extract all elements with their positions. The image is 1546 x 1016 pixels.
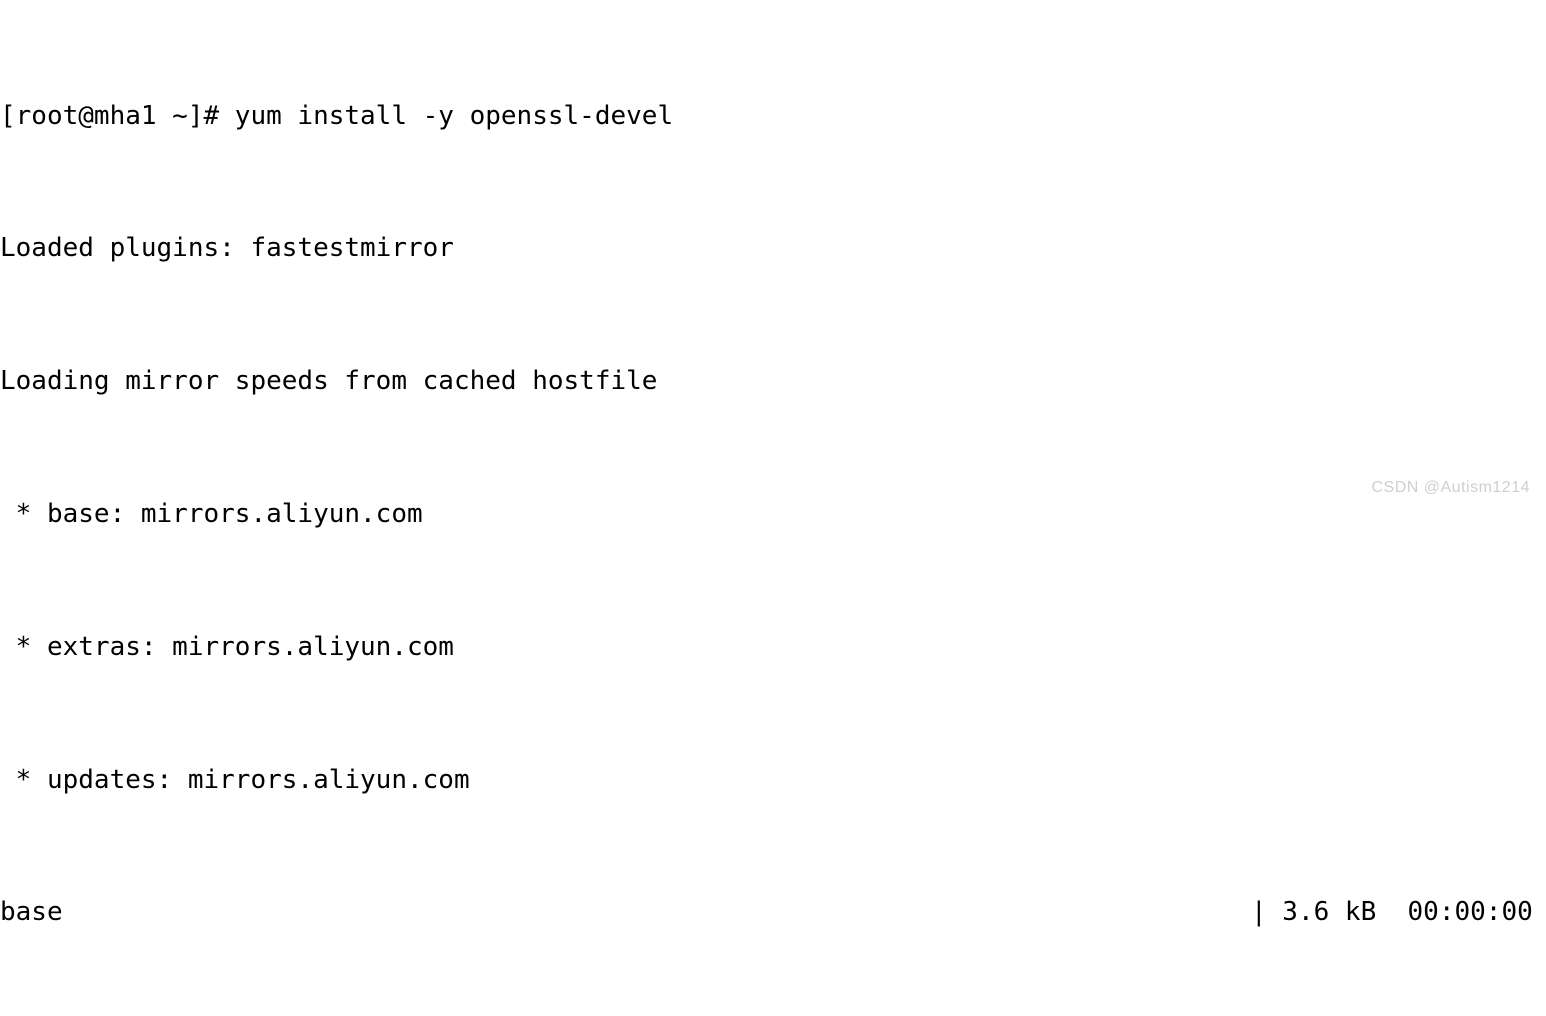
terminal-line-mirror-extras: * extras: mirrors.aliyun.com — [0, 631, 1546, 664]
repo-name: base — [0, 897, 63, 928]
terminal-line-text: * base: mirrors.aliyun.com — [0, 499, 423, 529]
terminal-line-loading-mirror-speeds: Loading mirror speeds from cached hostfi… — [0, 365, 1546, 398]
terminal-line-text: [root@mha1 ~]# yum install -y openssl-de… — [0, 100, 674, 131]
terminal-line-mirror-updates: * updates: mirrors.aliyun.com — [0, 764, 1546, 797]
terminal-line-text: * extras: mirrors.aliyun.com — [0, 631, 454, 662]
repo-meta: | 3.6 kB 00:00:00 — [1251, 897, 1533, 928]
terminal-line-text: * updates: mirrors.aliyun.com — [0, 764, 470, 795]
terminal-line-mirror-base: * base: mirrors.aliyun.com — [0, 498, 1546, 531]
watermark: CSDN @Autism1214 — [1371, 478, 1530, 496]
terminal-line-loaded-plugins: Loaded plugins: fastestmirror — [0, 232, 1546, 265]
repo-status-row: base | 3.6 kB 00:00:00 — [0, 896, 1546, 929]
terminal-line-text: Loaded plugins: fastestmirror — [0, 233, 454, 264]
terminal-window[interactable]: [root@mha1 ~]# yum install -y openssl-de… — [0, 0, 1546, 927]
terminal-line-text: Loading mirror speeds from cached hostfi… — [0, 366, 658, 397]
terminal-line-command-yum-install: [root@mha1 ~]# yum install -y openssl-de… — [0, 100, 1546, 133]
